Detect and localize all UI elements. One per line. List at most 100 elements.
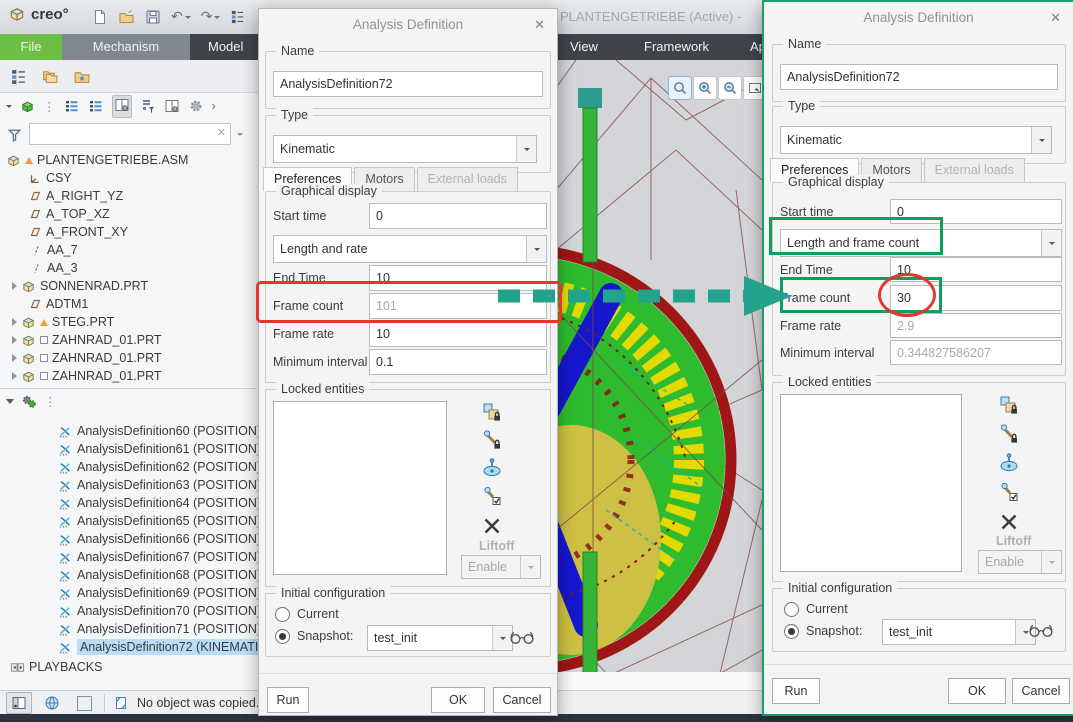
lock-bodies-icon[interactable] bbox=[481, 401, 503, 423]
tree-item-axis[interactable]: AA_3 bbox=[0, 259, 286, 277]
run-button[interactable]: Run bbox=[267, 687, 309, 713]
save-icon[interactable] bbox=[145, 9, 161, 25]
tab-framework[interactable]: Framework bbox=[626, 34, 727, 60]
locked-entities-list[interactable] bbox=[780, 394, 962, 572]
preview-glasses-icon[interactable] bbox=[1028, 624, 1054, 638]
tree-item-part[interactable]: SONNENRAD.PRT bbox=[0, 277, 268, 295]
tree-item-part[interactable]: ZAHNRAD_01.PRT bbox=[0, 331, 268, 349]
expand-icon[interactable] bbox=[12, 354, 17, 362]
clear-search-icon[interactable]: ✕ bbox=[217, 126, 226, 139]
tab-model[interactable]: Model bbox=[190, 34, 261, 60]
delete-icon[interactable] bbox=[481, 515, 503, 537]
cam-liftoff-icon[interactable] bbox=[998, 452, 1020, 474]
close-icon[interactable]: ✕ bbox=[1050, 10, 1061, 26]
tree-column-settings-icon[interactable] bbox=[164, 98, 180, 114]
snapshot-radio[interactable] bbox=[275, 629, 290, 644]
tab-file[interactable]: File bbox=[0, 34, 62, 60]
web-browser-button[interactable] bbox=[40, 693, 64, 713]
tree-expand-icon[interactable] bbox=[88, 98, 104, 114]
tree-list-icon[interactable] bbox=[64, 98, 80, 114]
type-select[interactable]: Kinematic bbox=[780, 126, 1052, 154]
name-input[interactable]: AnalysisDefinition72 bbox=[273, 71, 543, 97]
lock-connection-icon[interactable] bbox=[998, 423, 1020, 445]
tree-item-root[interactable]: PLANTENGETRIEBE.ASM bbox=[0, 151, 262, 169]
new-file-icon[interactable] bbox=[92, 9, 108, 25]
tree-item-datum[interactable]: ADTM1 bbox=[0, 295, 284, 313]
expand-icon[interactable] bbox=[12, 282, 17, 290]
type-select[interactable]: Kinematic bbox=[273, 135, 537, 163]
tab-mechanism[interactable]: Mechanism bbox=[62, 34, 190, 60]
duration-mode-select[interactable]: Length and rate bbox=[273, 235, 547, 263]
search-options-caret-icon[interactable] bbox=[237, 133, 243, 139]
delete-icon[interactable] bbox=[998, 511, 1020, 533]
tree-dropdown-caret-icon[interactable] bbox=[6, 105, 12, 111]
duration-mode-select-button[interactable] bbox=[1041, 230, 1061, 256]
tree-search-input[interactable]: ✕ bbox=[29, 123, 231, 145]
folder-browser-tab-icon[interactable] bbox=[41, 68, 59, 85]
current-label[interactable]: Current bbox=[806, 602, 848, 616]
name-input[interactable]: AnalysisDefinition72 bbox=[780, 64, 1058, 90]
mechanism-tree-header[interactable]: ⋮ bbox=[0, 392, 262, 410]
locked-entities-list[interactable] bbox=[273, 401, 447, 575]
refit-button[interactable] bbox=[743, 76, 762, 100]
frame-rate-input[interactable]: 10 bbox=[369, 321, 547, 347]
select-box-button[interactable] bbox=[72, 693, 96, 713]
lock-connection-icon[interactable] bbox=[481, 429, 503, 451]
start-time-input[interactable]: 0 bbox=[369, 203, 547, 229]
current-radio[interactable] bbox=[784, 602, 799, 617]
cam-liftoff-icon[interactable] bbox=[481, 457, 503, 479]
tree-filter-icon[interactable] bbox=[140, 98, 156, 114]
tree-columns-toggle[interactable] bbox=[111, 94, 132, 118]
enable-connection-icon[interactable] bbox=[998, 481, 1020, 503]
tree-settings-gear-icon[interactable] bbox=[188, 98, 204, 114]
snapshot-radio[interactable] bbox=[784, 624, 799, 639]
open-file-icon[interactable] bbox=[118, 9, 135, 25]
type-select-button[interactable] bbox=[516, 136, 536, 162]
tree-more-icon[interactable]: › bbox=[212, 99, 216, 113]
expand-icon[interactable] bbox=[12, 318, 17, 326]
undo-button[interactable]: ↶ bbox=[171, 8, 191, 25]
tree-item-part[interactable]: STEG.PRT bbox=[0, 313, 268, 331]
tree-item-axis[interactable]: AA_7 bbox=[0, 241, 286, 259]
type-select-button[interactable] bbox=[1031, 127, 1051, 153]
run-button[interactable]: Run bbox=[772, 678, 820, 704]
zoom-in-button[interactable] bbox=[693, 76, 717, 100]
minimum-interval-input[interactable]: 0.1 bbox=[369, 349, 547, 375]
tab-view[interactable]: View bbox=[552, 34, 616, 60]
close-icon[interactable]: ✕ bbox=[534, 17, 545, 33]
expand-icon[interactable] bbox=[12, 336, 17, 344]
lock-bodies-icon[interactable] bbox=[998, 394, 1020, 416]
tree-item-datum[interactable]: A_TOP_XZ bbox=[0, 205, 284, 223]
tree-item-part[interactable]: ZAHNRAD_01.PRT bbox=[0, 367, 268, 385]
tree-item-part[interactable]: ZAHNRAD_01.PRT bbox=[0, 349, 268, 367]
snapshot-select[interactable]: test_init bbox=[882, 619, 1036, 645]
model-viewport[interactable] bbox=[556, 60, 762, 690]
current-radio[interactable] bbox=[275, 607, 290, 622]
zoom-out-button[interactable] bbox=[718, 76, 742, 100]
snapshot-select[interactable]: test_init bbox=[367, 625, 513, 651]
model-tree-tab-icon[interactable] bbox=[10, 68, 27, 85]
expand-icon[interactable] bbox=[12, 372, 17, 380]
enable-connection-icon[interactable] bbox=[481, 485, 503, 507]
snapshot-label[interactable]: Snapshot: bbox=[806, 624, 862, 638]
active-model-cube-icon[interactable] bbox=[20, 99, 35, 114]
cancel-button[interactable]: Cancel bbox=[493, 687, 551, 713]
redo-caret-icon[interactable] bbox=[214, 15, 221, 22]
zoom-region-button[interactable] bbox=[668, 76, 692, 100]
cancel-button[interactable]: Cancel bbox=[1012, 678, 1070, 704]
panel-toggle-button[interactable] bbox=[6, 692, 32, 714]
collapse-icon[interactable] bbox=[6, 398, 14, 404]
current-label[interactable]: Current bbox=[297, 607, 339, 621]
ok-button[interactable]: OK bbox=[431, 687, 485, 713]
duration-mode-select-button[interactable] bbox=[526, 236, 546, 262]
preview-glasses-icon[interactable] bbox=[509, 631, 535, 645]
model-display-icon[interactable] bbox=[230, 9, 245, 24]
ok-button[interactable]: OK bbox=[948, 678, 1006, 704]
overflow-icon[interactable]: ⋮ bbox=[43, 99, 56, 114]
tree-item-datum[interactable]: A_FRONT_XY bbox=[0, 223, 284, 241]
tree-item-datum[interactable]: A_RIGHT_YZ bbox=[0, 187, 284, 205]
snapshot-label[interactable]: Snapshot: bbox=[297, 629, 353, 643]
undo-caret-icon[interactable] bbox=[184, 15, 191, 22]
tree-item-csy[interactable]: CSY bbox=[0, 169, 284, 187]
tree-item-playbacks[interactable]: PLAYBACKS bbox=[0, 658, 266, 676]
